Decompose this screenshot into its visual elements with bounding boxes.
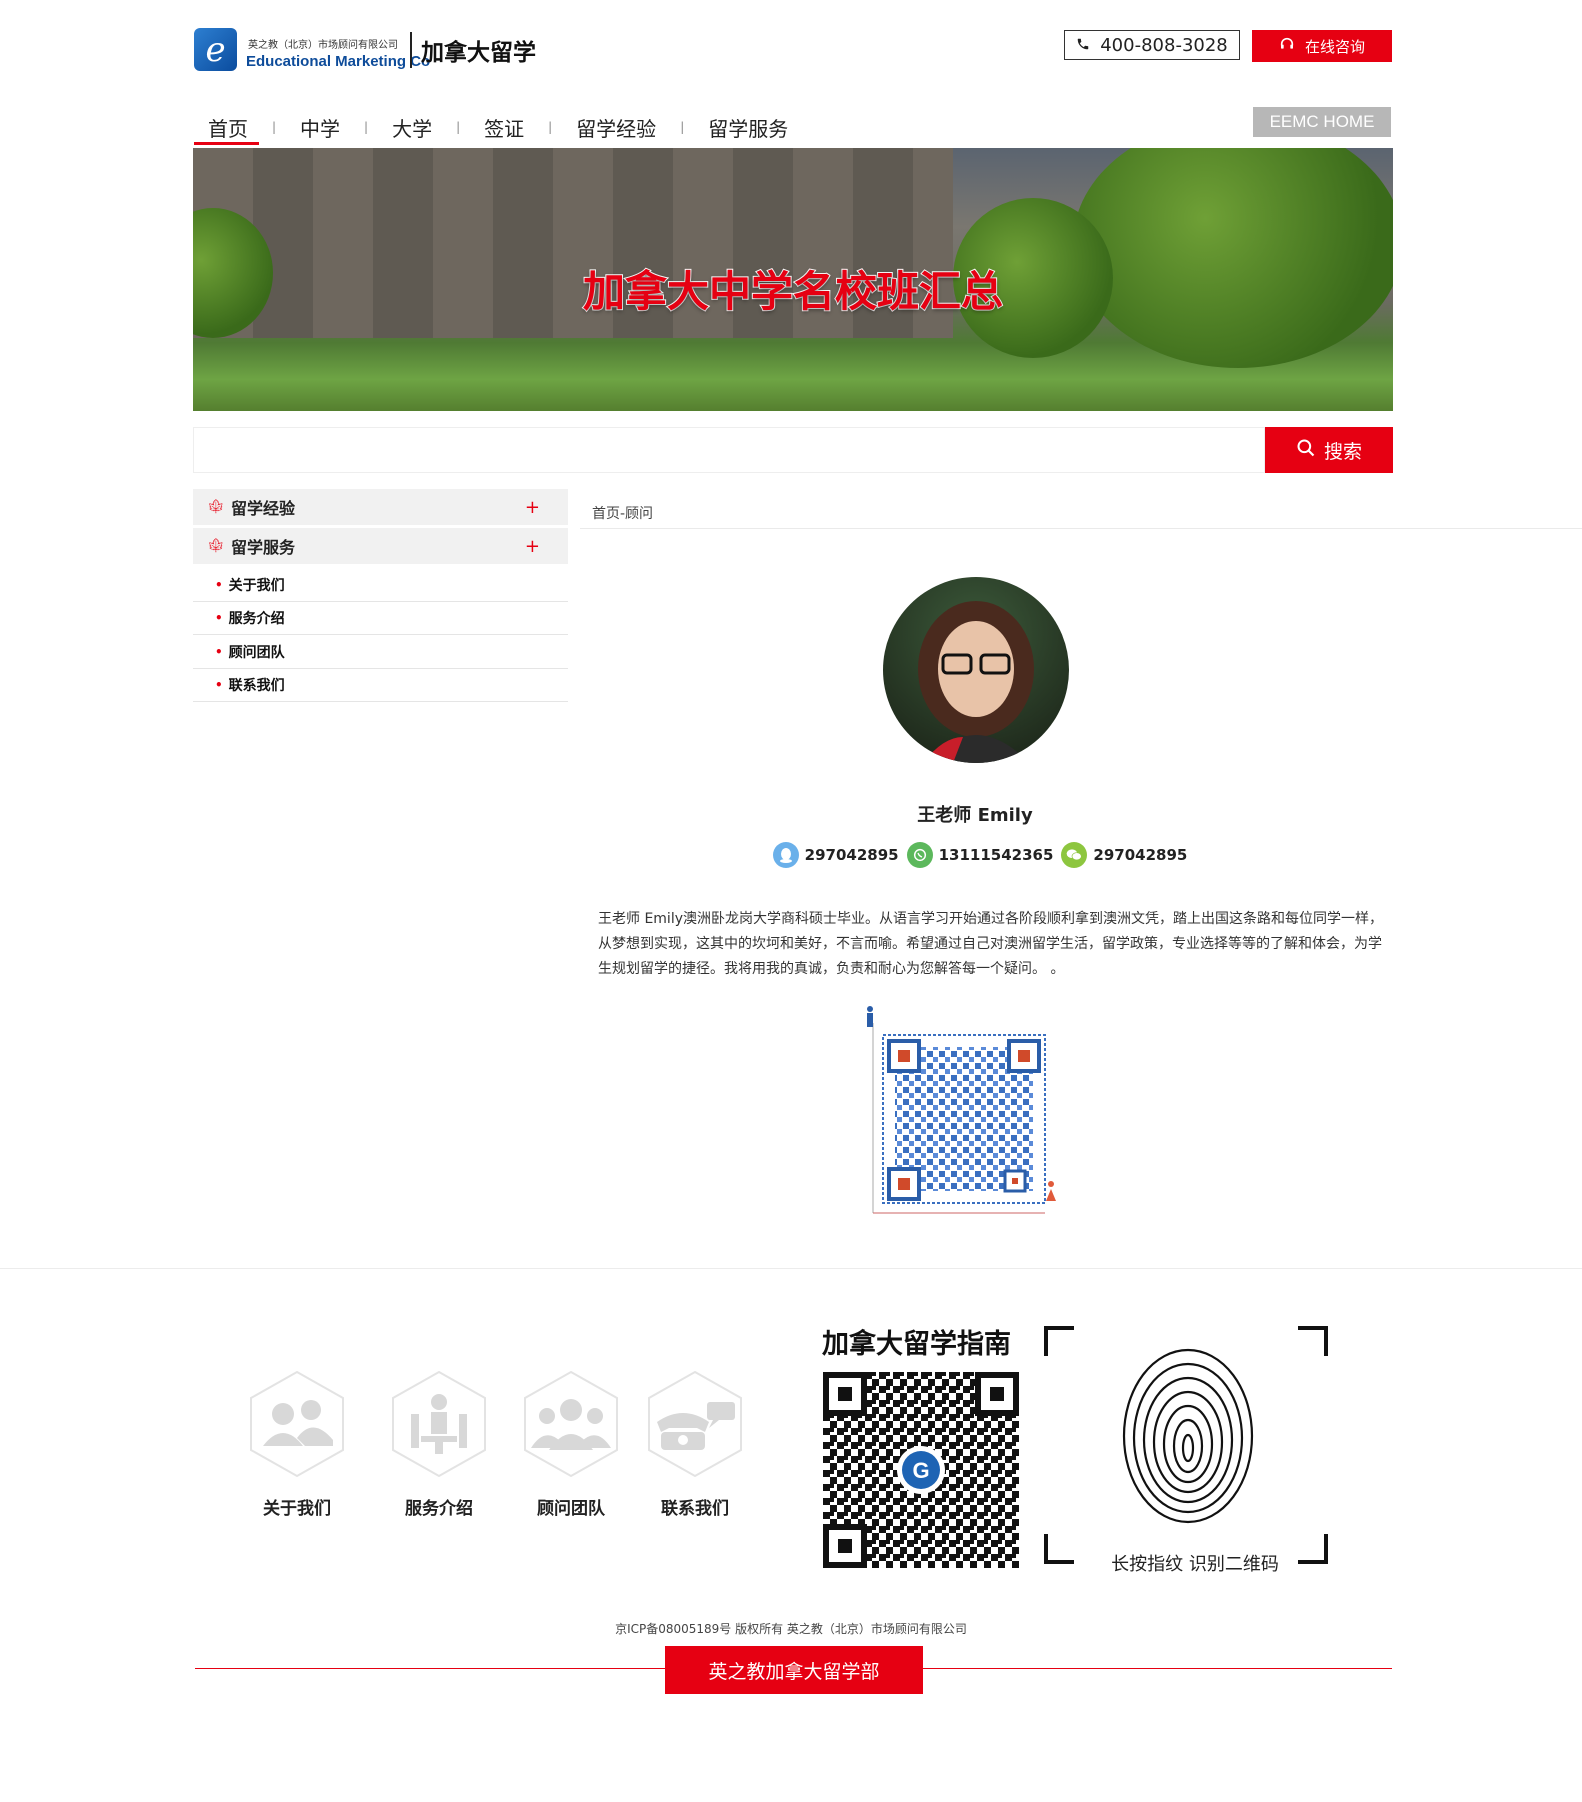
team-icon [524,1370,618,1478]
fingerprint-icon [1122,1348,1254,1524]
headset-icon [1279,36,1295,56]
footer-link-label: 服务介绍 [405,1499,473,1519]
sidebar-item-contact[interactable]: • 联系我们 [193,669,568,702]
banner-title: 加拿大中学名校班汇总 [582,266,1004,317]
sidebar-item-service-intro[interactable]: • 服务介绍 [193,602,568,635]
hero-banner[interactable]: 加拿大中学名校班汇总 [193,148,1393,411]
whatsapp-icon [906,842,933,868]
logo-company-name-cn: 英之教（北京）市场顾问有限公司 [248,40,398,51]
breadcrumb[interactable]: 首页-顾问 [592,503,653,523]
sidebar-item-label: 服务介绍 [228,611,285,627]
wechat-contact[interactable]: 297042895 [1061,842,1187,868]
whatsapp-contact[interactable]: 13111542365 [906,842,1054,868]
sidebar-item-label: 关于我们 [228,578,285,594]
nav-item-home[interactable]: 首页 [194,113,272,142]
footer-link-label: 关于我们 [263,1499,331,1519]
plus-icon[interactable]: + [525,497,540,518]
bullet-icon: • [215,645,223,659]
nav-item-high-school[interactable]: 中学 [276,113,364,142]
footer-divider [0,1268,1582,1269]
search-button[interactable]: 搜索 [1265,427,1393,473]
breadcrumb-divider [580,528,1582,529]
footer-link-service-intro[interactable]: 服务介绍 [389,1370,489,1519]
consultant-wechat-qr-code [855,1003,1067,1221]
sidebar-section-services[interactable]: 🍁︎ 留学服务 + [193,528,568,564]
phone-number-box[interactable]: 400-808-3028 [1064,30,1240,60]
phone-icon [1076,35,1090,56]
nav-item-services[interactable]: 留学服务 [684,113,812,142]
qq-number: 297042895 [804,846,899,864]
wechat-icon [1061,842,1088,868]
footer-link-about[interactable]: 关于我们 [247,1370,347,1519]
sidebar-section-experience[interactable]: 🍁︎ 留学经验 + [193,489,568,525]
study-guide-qr-code: G [823,1372,1019,1568]
svg-text:G: G [912,1458,929,1483]
fingerprint-scan-area[interactable] [1044,1326,1328,1564]
search-icon [1296,438,1316,463]
nav-item-visa[interactable]: 签证 [460,113,548,142]
online-consult-button[interactable]: 在线咨询 [1252,30,1392,62]
meeting-icon [392,1370,486,1478]
footer-link-contact[interactable]: 联系我们 [645,1370,745,1519]
bullet-icon: • [215,578,223,592]
telephone-icon [648,1370,742,1478]
search-button-label: 搜索 [1323,440,1362,463]
maple-leaf-icon: 🍁︎ [207,499,225,515]
sidebar-section-label: 留学服务 [231,538,296,557]
sidebar-item-label: 联系我们 [228,678,285,694]
maple-leaf-icon: 🍁︎ [207,538,225,554]
site-title: 加拿大留学 [421,40,536,66]
footer-link-consultants[interactable]: 顾问团队 [521,1370,621,1519]
qq-contact[interactable]: 297042895 [772,842,899,868]
eemc-home-button[interactable]: EEMC HOME [1253,107,1391,137]
consultant-contacts: 297042895 13111542365 297042895 [772,842,1187,868]
nav-active-indicator [194,142,259,145]
consultant-bio: 王老师 Emily澳洲卧龙岗大学商科硕士毕业。从语言学习开始通过各阶段顺利拿到澳… [598,911,1383,977]
sidebar-section-label: 留学经验 [231,499,296,518]
consultant-name: 王老师 Emily [917,805,1033,826]
nav-item-experience[interactable]: 留学经验 [552,113,680,142]
nav-item-university[interactable]: 大学 [368,113,456,142]
study-guide-title: 加拿大留学指南 [822,1329,1011,1360]
sidebar-item-consultants[interactable]: • 顾问团队 [193,636,568,669]
company-logo-icon[interactable]: e [194,28,237,71]
consultant-avatar [883,577,1069,763]
phone-number: 400-808-3028 [1100,34,1228,56]
people-icon [250,1370,344,1478]
footer-link-label: 顾问团队 [537,1499,605,1519]
bullet-icon: • [215,611,223,625]
whatsapp-number: 13111542365 [938,846,1054,864]
main-nav: 首页 | 中学 | 大学 | 签证 | 留学经验 | 留学服务 [194,112,812,142]
logo-divider [410,32,412,68]
sidebar-item-about[interactable]: • 关于我们 [193,569,568,602]
sidebar-item-label: 顾问团队 [228,645,285,661]
search-input[interactable] [193,427,1265,473]
online-consult-label: 在线咨询 [1304,37,1365,56]
copyright-text: 京ICP备08005189号 版权所有 英之教（北京）市场顾问有限公司 [615,1622,967,1636]
qq-icon [772,842,799,868]
footer-link-label: 联系我们 [661,1499,729,1519]
canada-department-button[interactable]: 英之教加拿大留学部 [665,1646,923,1694]
plus-icon[interactable]: + [525,536,540,557]
bullet-icon: • [215,678,223,692]
logo-company-name-en: Educational Marketing Co [246,53,431,70]
wechat-id: 297042895 [1093,846,1188,864]
fingerprint-label: 长按指纹 识别二维码 [1111,1554,1279,1575]
